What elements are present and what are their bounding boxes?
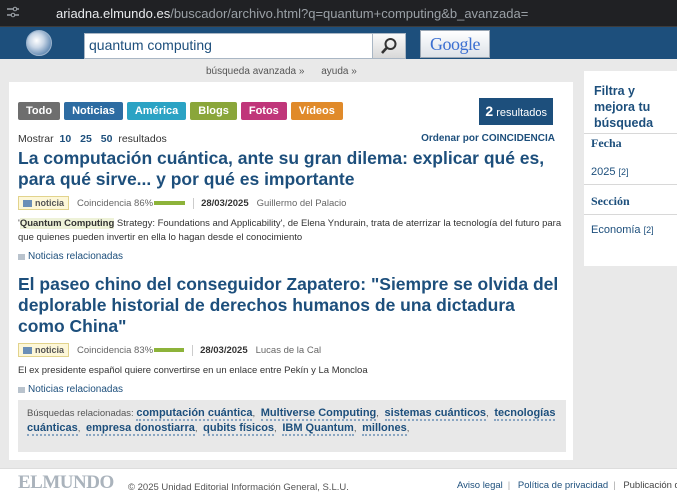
filter-heading-fecha: Fecha (591, 136, 622, 150)
google-search-button[interactable]: Google (420, 30, 490, 58)
related-term[interactable]: Multiverse Computing (260, 407, 377, 421)
results-panel: Todo Noticias América Blogs Fotos Vídeos… (9, 82, 573, 460)
result-meta: noticia Coincidencia 86% 28/03/2025 Guil… (18, 196, 566, 210)
result-title[interactable]: El paseo chino del conseguidor Zapatero:… (18, 274, 566, 337)
coincidence-label: Coincidencia 83% (77, 344, 154, 356)
footer: ELMUNDO © 2025 Unidad Editorial Informac… (0, 468, 677, 500)
results-per-page: Mostrar 10 25 50 resultados (18, 133, 167, 145)
related-searches-label: Búsquedas relacionadas: (27, 408, 134, 419)
search-button[interactable] (372, 33, 406, 59)
filter-item-economia[interactable]: Economía [2] (591, 224, 654, 236)
filter-item-label: Economía (591, 224, 641, 236)
result-item: El paseo chino del conseguidor Zapatero:… (18, 274, 566, 395)
result-item: La computación cuántica, ante su gran di… (18, 148, 566, 262)
browser-bar: ariadna.elmundo.es/buscador/archivo.html… (0, 0, 677, 27)
related-searches: Búsquedas relacionadas: computación cuán… (18, 400, 566, 452)
divider (584, 133, 677, 134)
filter-item-label: 2025 (591, 166, 616, 178)
related-term[interactable]: empresa donostiarra (86, 422, 195, 436)
divider (192, 344, 194, 356)
filter-heading-seccion: Sección (591, 194, 630, 208)
tab-blogs[interactable]: Blogs (190, 102, 237, 120)
type-badge: noticia (18, 196, 70, 210)
type-badge: noticia (18, 343, 70, 357)
results-count: 2 (485, 103, 494, 119)
tab-videos[interactable]: Vídeos (290, 102, 343, 120)
news-icon (23, 199, 32, 207)
filter-item-count: [2] (618, 167, 629, 177)
result-author: Lucas de la Cal (255, 344, 322, 356)
coincidence-label: Coincidencia 86% (77, 197, 154, 209)
result-snippet: 'Quantum Computing Strategy: Foundations… (18, 217, 566, 245)
filter-item-count: [2] (643, 225, 654, 235)
related-term[interactable]: millones (362, 422, 407, 436)
coincidence-bar (154, 348, 185, 352)
show-label: Mostrar (18, 133, 54, 145)
sidebar-title: Filtra y mejora tu búsqueda (594, 84, 654, 130)
results-count-badge: 2 resultados (479, 98, 553, 125)
tab-fotos[interactable]: Fotos (240, 102, 287, 120)
filter-item-2025[interactable]: 2025 [2] (591, 166, 629, 178)
news-icon (23, 346, 32, 354)
site-info-icon[interactable] (4, 3, 22, 21)
type-label: noticia (35, 345, 65, 355)
help-link[interactable]: ayuda » (321, 66, 357, 77)
results-count-label: resultados (496, 107, 547, 119)
square-icon (18, 386, 25, 393)
related-term[interactable]: sistemas cuánticos (384, 407, 487, 421)
related-term[interactable]: IBM Quantum (282, 422, 354, 436)
related-term[interactable]: qubits físicos (203, 422, 275, 436)
address-bar[interactable]: ariadna.elmundo.es/buscador/archivo.html… (56, 6, 528, 21)
square-icon (18, 253, 25, 260)
url-path: /buscador/archivo.html?q=quantum+computi… (170, 6, 529, 21)
snippet-highlight: Quantum Computing (19, 218, 115, 229)
type-label: noticia (35, 198, 65, 208)
result-snippet: El ex presidente español quiere converti… (18, 364, 566, 378)
search-box[interactable] (84, 33, 406, 59)
per-page-10[interactable]: 10 (60, 133, 72, 145)
legal-link[interactable]: Aviso legal (457, 480, 503, 491)
results-label: resultados (118, 133, 167, 145)
snippet-text: El ex presidente español quiere converti… (18, 365, 368, 376)
search-input[interactable] (89, 37, 369, 53)
result-author: Guillermo del Palacio (256, 197, 347, 209)
search-icon (381, 38, 397, 54)
sort-order-link[interactable]: Ordenar por COINCIDENCIA (421, 133, 555, 144)
search-header: Google (0, 27, 677, 59)
divider (584, 214, 677, 215)
result-tabs: Todo Noticias América Blogs Fotos Vídeos (18, 102, 343, 120)
related-news-label: Noticias relacionadas (28, 384, 124, 395)
divider (584, 184, 677, 185)
elmundo-logo[interactable]: ELMUNDO (18, 472, 114, 494)
result-date: 28/03/2025 (201, 197, 249, 209)
tab-todo[interactable]: Todo (18, 102, 61, 120)
filter-sidebar: Filtra y mejora tu búsqueda Fecha 2025 [… (584, 71, 677, 266)
result-date: 28/03/2025 (200, 344, 248, 356)
elmundo-globe-logo[interactable] (26, 30, 52, 56)
search-sublinks: búsqueda avanzada » ayuda » (206, 66, 371, 77)
related-news-label: Noticias relacionadas (28, 251, 124, 262)
privacy-link[interactable]: Política de privacidad (518, 480, 608, 491)
page: Google búsqueda avanzada » ayuda » Todo … (0, 27, 677, 500)
copyright: © 2025 Unidad Editorial Información Gene… (128, 482, 349, 493)
per-page-50[interactable]: 50 (101, 133, 113, 145)
google-logo-text: Google (430, 33, 481, 54)
per-page-25[interactable]: 25 (80, 133, 92, 145)
url-host: ariadna.elmundo.es (56, 6, 171, 21)
related-term[interactable]: computación cuántica (136, 407, 253, 421)
tab-america[interactable]: América (126, 102, 187, 120)
divider (193, 197, 195, 209)
footer-links: Aviso legal | Política de privacidad | Pub… (457, 480, 677, 491)
advanced-search-link[interactable]: búsqueda avanzada » (206, 66, 304, 77)
related-news-link[interactable]: Noticias relacionadas (18, 384, 566, 395)
coincidence-bar (154, 201, 186, 205)
result-meta: noticia Coincidencia 83% 28/03/2025 Luca… (18, 343, 566, 357)
related-news-link[interactable]: Noticias relacionadas (18, 251, 566, 262)
digital-edition-link[interactable]: Publicación digital c (623, 480, 677, 491)
tab-noticias[interactable]: Noticias (64, 102, 123, 120)
result-title[interactable]: La computación cuántica, ante su gran di… (18, 148, 566, 190)
